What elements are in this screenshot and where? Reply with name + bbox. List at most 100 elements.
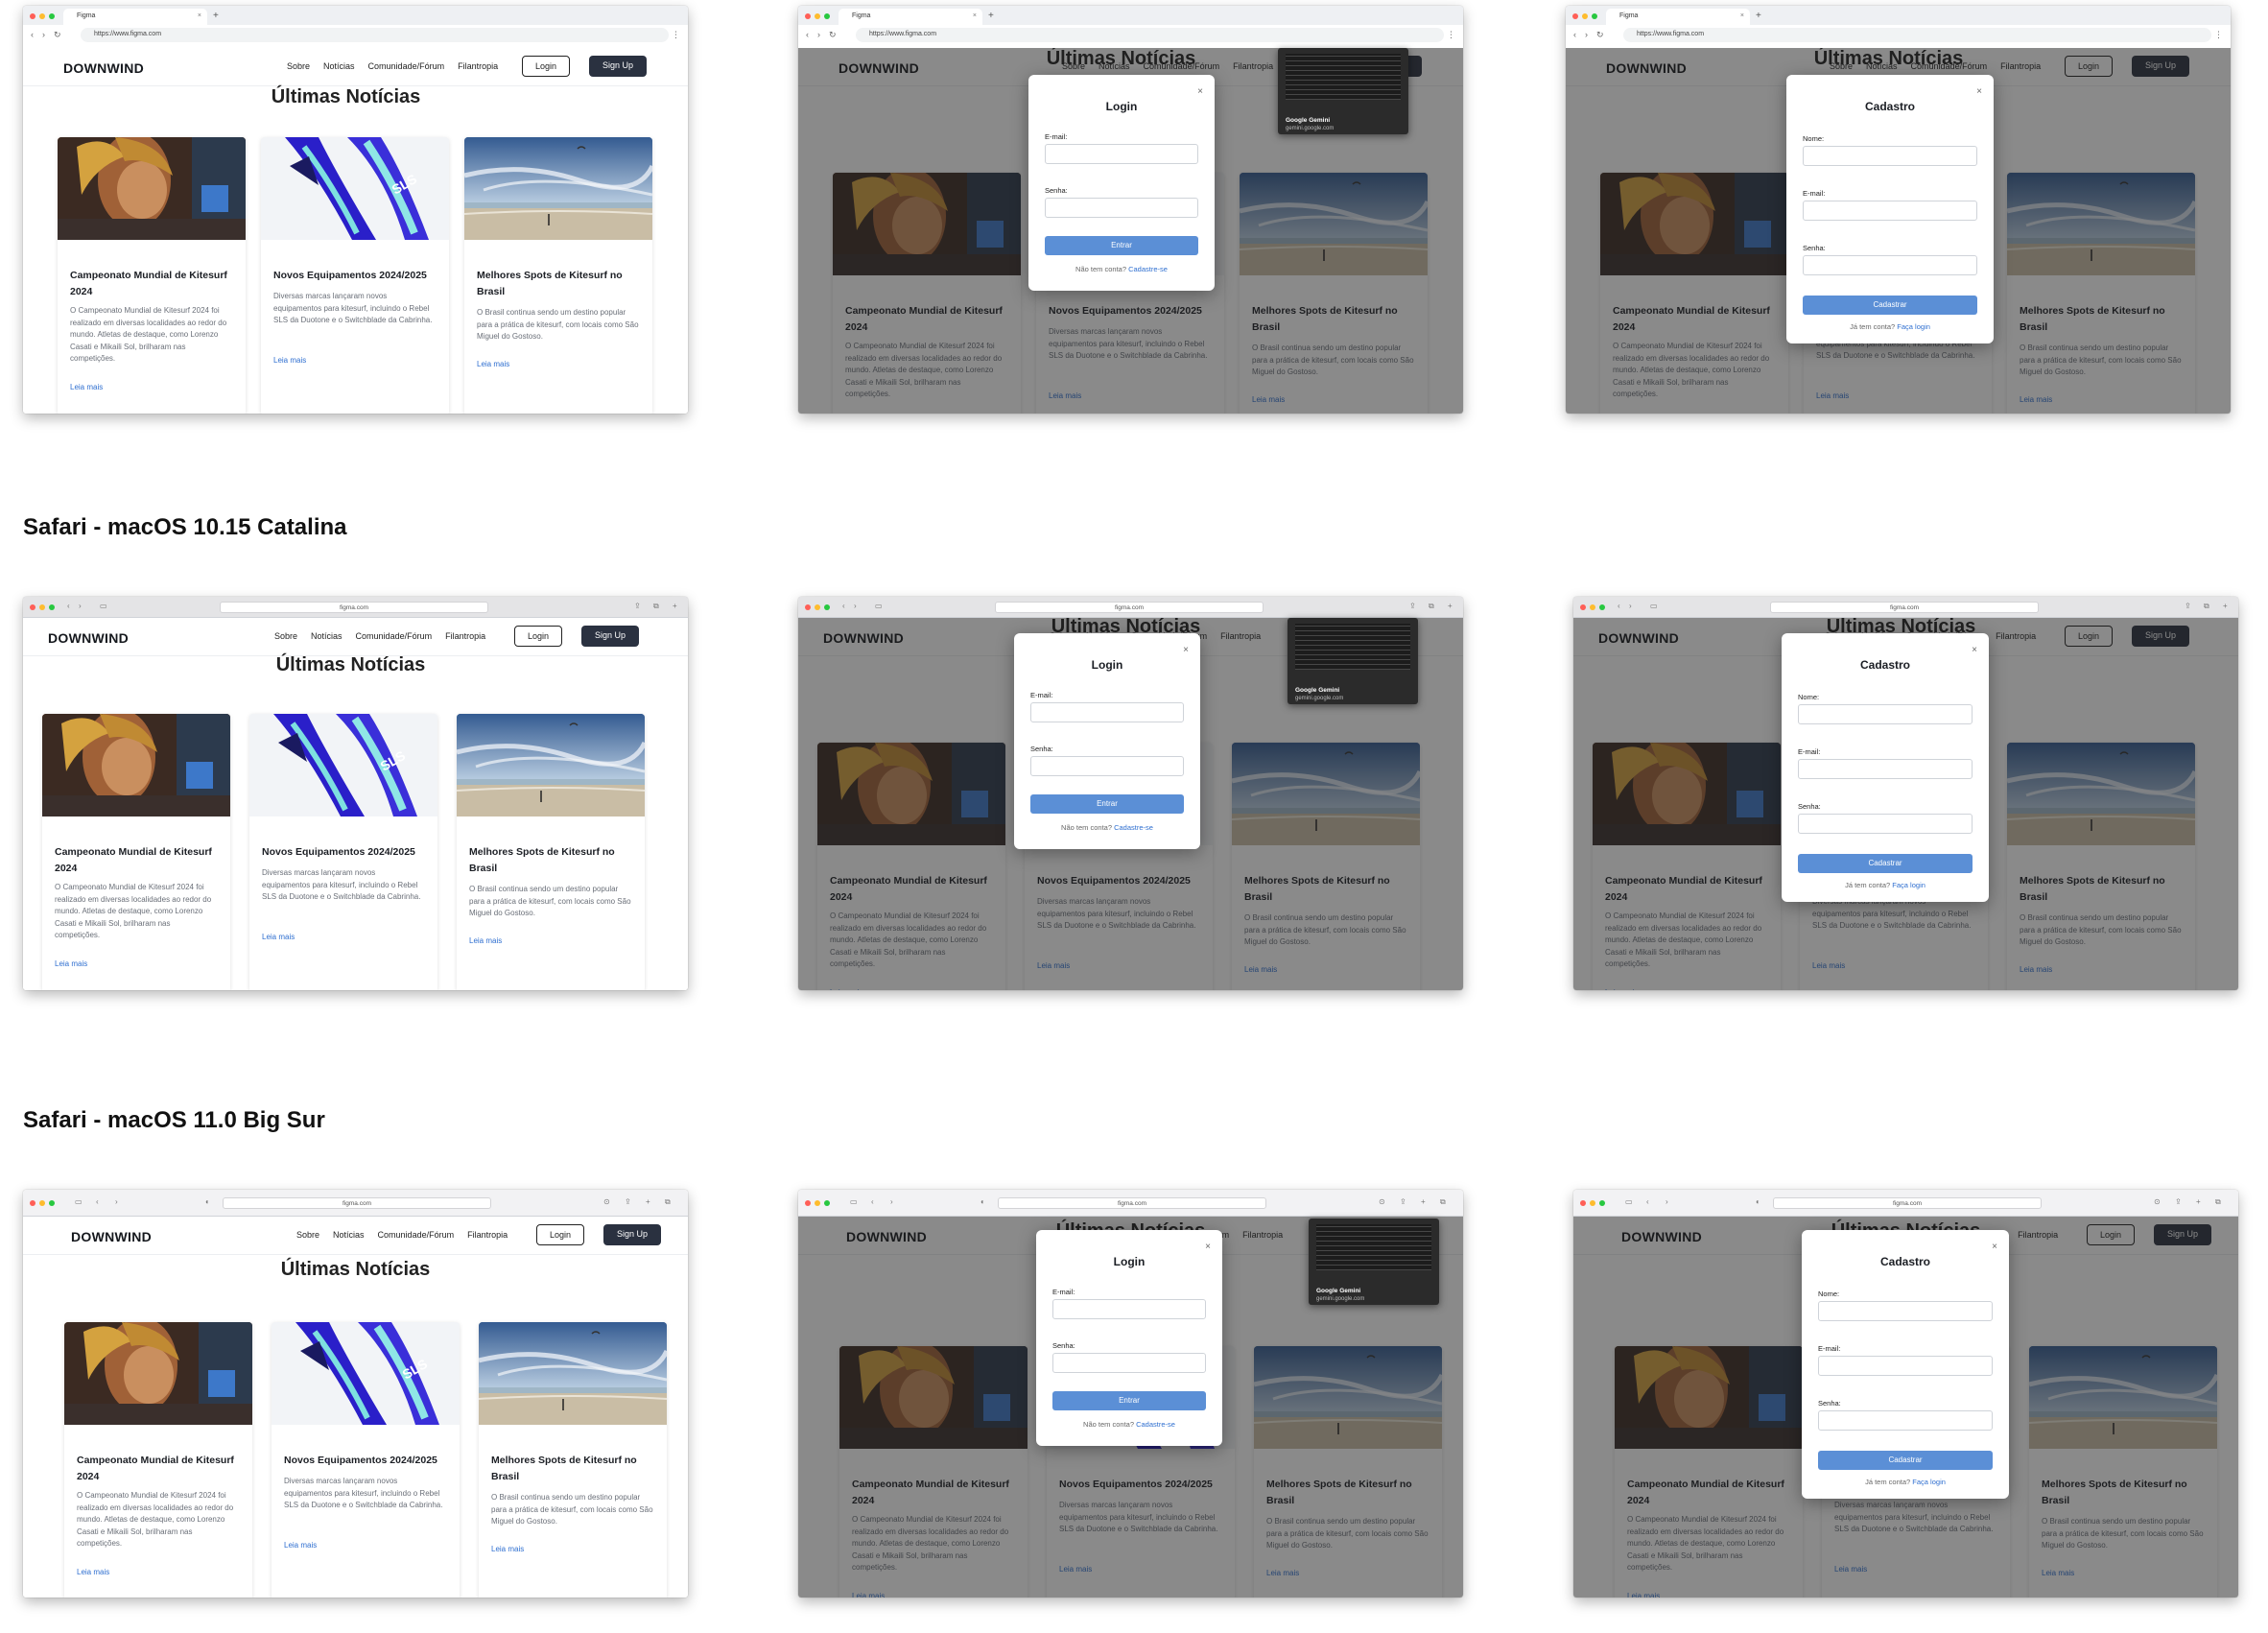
- tabs-icon[interactable]: ⧉: [2215, 1197, 2221, 1207]
- close-window-button[interactable]: [805, 13, 811, 19]
- name-field[interactable]: [1803, 146, 1977, 166]
- card-read-more-link[interactable]: Leia mais: [491, 1545, 524, 1553]
- close-window-button[interactable]: [805, 604, 811, 610]
- add-tab-icon[interactable]: +: [1448, 602, 1453, 610]
- sidebar-icon[interactable]: ▭: [100, 602, 107, 610]
- zoom-window-button[interactable]: [824, 604, 830, 610]
- name-field[interactable]: [1798, 704, 1973, 724]
- nav-link-0[interactable]: Sobre: [287, 61, 310, 71]
- forward-icon[interactable]: ›: [1585, 30, 1588, 39]
- download-icon[interactable]: ⊙: [1379, 1197, 1385, 1206]
- forward-icon[interactable]: ›: [79, 602, 82, 610]
- card-read-more-link[interactable]: Leia mais: [77, 1568, 109, 1576]
- close-window-button[interactable]: [1580, 604, 1586, 610]
- minimize-window-button[interactable]: [39, 1200, 45, 1206]
- share-icon[interactable]: ⇪: [2185, 602, 2191, 610]
- login-link[interactable]: Faça login: [1912, 1478, 1946, 1486]
- signup-link[interactable]: Cadastre-se: [1136, 1420, 1175, 1429]
- tabs-icon[interactable]: ⧉: [653, 602, 659, 611]
- signup-link[interactable]: Cadastre-se: [1114, 823, 1153, 832]
- address-bar[interactable]: https://www.figma.com: [856, 28, 1444, 42]
- nav-link-0[interactable]: Sobre: [296, 1230, 319, 1240]
- sidebar-icon[interactable]: ▭: [1625, 1197, 1633, 1206]
- nav-link-1[interactable]: Notícias: [333, 1230, 365, 1240]
- add-tab-icon[interactable]: +: [1421, 1197, 1426, 1206]
- forward-icon[interactable]: ›: [854, 602, 857, 610]
- sidebar-icon[interactable]: ▭: [875, 602, 883, 610]
- back-icon[interactable]: ‹: [31, 30, 34, 39]
- browser-menu-icon[interactable]: ⋮: [1447, 30, 1455, 40]
- zoom-window-button[interactable]: [1592, 13, 1597, 19]
- card-image[interactable]: [42, 714, 230, 816]
- close-tab-icon[interactable]: ×: [198, 12, 201, 19]
- close-window-button[interactable]: [30, 13, 35, 19]
- address-bar[interactable]: figma.com: [1773, 1197, 2042, 1209]
- close-icon[interactable]: ×: [1197, 86, 1203, 97]
- forward-icon[interactable]: ›: [115, 1197, 118, 1206]
- close-icon[interactable]: ×: [1976, 86, 1982, 97]
- share-icon[interactable]: ⇪: [634, 602, 641, 610]
- card-read-more-link[interactable]: Leia mais: [70, 383, 103, 391]
- email-field[interactable]: [1798, 759, 1973, 779]
- password-field[interactable]: [1030, 756, 1184, 776]
- card-image[interactable]: SLS: [249, 714, 437, 816]
- back-icon[interactable]: ‹: [1646, 1197, 1649, 1206]
- card-image[interactable]: [479, 1322, 667, 1425]
- name-field[interactable]: [1818, 1301, 1993, 1321]
- submit-login-button[interactable]: Entrar: [1052, 1391, 1206, 1410]
- gemini-extension-popup[interactable]: Google Gemini gemini.google.com: [1278, 48, 1408, 134]
- card-read-more-link[interactable]: Leia mais: [55, 959, 87, 968]
- password-field[interactable]: [1045, 198, 1198, 218]
- close-window-button[interactable]: [30, 1200, 35, 1206]
- back-icon[interactable]: ‹: [67, 602, 70, 610]
- site-logo[interactable]: DOWNWIND: [71, 1229, 152, 1244]
- email-field[interactable]: [1045, 144, 1198, 164]
- zoom-window-button[interactable]: [1599, 604, 1605, 610]
- close-icon[interactable]: ×: [1183, 645, 1189, 655]
- back-icon[interactable]: ‹: [1618, 602, 1620, 610]
- share-icon[interactable]: ⇪: [2175, 1197, 2182, 1206]
- zoom-window-button[interactable]: [1599, 1200, 1605, 1206]
- share-icon[interactable]: ⇪: [1400, 1197, 1406, 1206]
- close-tab-icon[interactable]: ×: [1740, 12, 1744, 19]
- card-image[interactable]: [457, 714, 645, 816]
- submit-signup-button[interactable]: Cadastrar: [1798, 854, 1973, 873]
- close-window-button[interactable]: [805, 1200, 811, 1206]
- minimize-window-button[interactable]: [815, 604, 820, 610]
- card-image[interactable]: SLS: [272, 1322, 460, 1425]
- new-tab-icon[interactable]: +: [213, 11, 219, 21]
- login-link[interactable]: Faça login: [1892, 881, 1925, 889]
- address-bar[interactable]: https://www.figma.com: [81, 28, 669, 42]
- password-field[interactable]: [1803, 255, 1977, 275]
- minimize-window-button[interactable]: [39, 604, 45, 610]
- nav-link-3[interactable]: Filantropia: [467, 1230, 508, 1240]
- login-link[interactable]: Faça login: [1897, 322, 1930, 331]
- add-tab-icon[interactable]: +: [673, 602, 677, 610]
- nav-link-1[interactable]: Notícias: [323, 61, 355, 71]
- close-icon[interactable]: ×: [1972, 645, 1977, 655]
- zoom-window-button[interactable]: [49, 13, 55, 19]
- site-logo[interactable]: DOWNWIND: [48, 630, 129, 646]
- nav-link-0[interactable]: Sobre: [274, 631, 297, 641]
- address-bar[interactable]: figma.com: [223, 1197, 491, 1209]
- back-icon[interactable]: ‹: [871, 1197, 874, 1206]
- password-field[interactable]: [1818, 1410, 1993, 1431]
- email-field[interactable]: [1030, 702, 1184, 722]
- minimize-window-button[interactable]: [39, 13, 45, 19]
- address-bar[interactable]: figma.com: [220, 602, 488, 613]
- forward-icon[interactable]: ›: [890, 1197, 893, 1206]
- card-image[interactable]: SLS: [261, 137, 449, 240]
- browser-tab[interactable]: Figma ×: [1606, 9, 1750, 25]
- nav-link-2[interactable]: Comunidade/Fórum: [368, 61, 445, 71]
- submit-login-button[interactable]: Entrar: [1045, 236, 1198, 255]
- new-tab-icon[interactable]: +: [988, 11, 994, 21]
- password-field[interactable]: [1798, 814, 1973, 834]
- download-icon[interactable]: ⊙: [603, 1197, 610, 1206]
- login-button[interactable]: Login: [536, 1224, 584, 1245]
- zoom-window-button[interactable]: [49, 604, 55, 610]
- close-icon[interactable]: ×: [1205, 1242, 1211, 1252]
- submit-signup-button[interactable]: Cadastrar: [1818, 1451, 1993, 1470]
- site-logo[interactable]: DOWNWIND: [63, 60, 144, 76]
- sidebar-icon[interactable]: ▭: [1650, 602, 1658, 610]
- forward-icon[interactable]: ›: [1629, 602, 1632, 610]
